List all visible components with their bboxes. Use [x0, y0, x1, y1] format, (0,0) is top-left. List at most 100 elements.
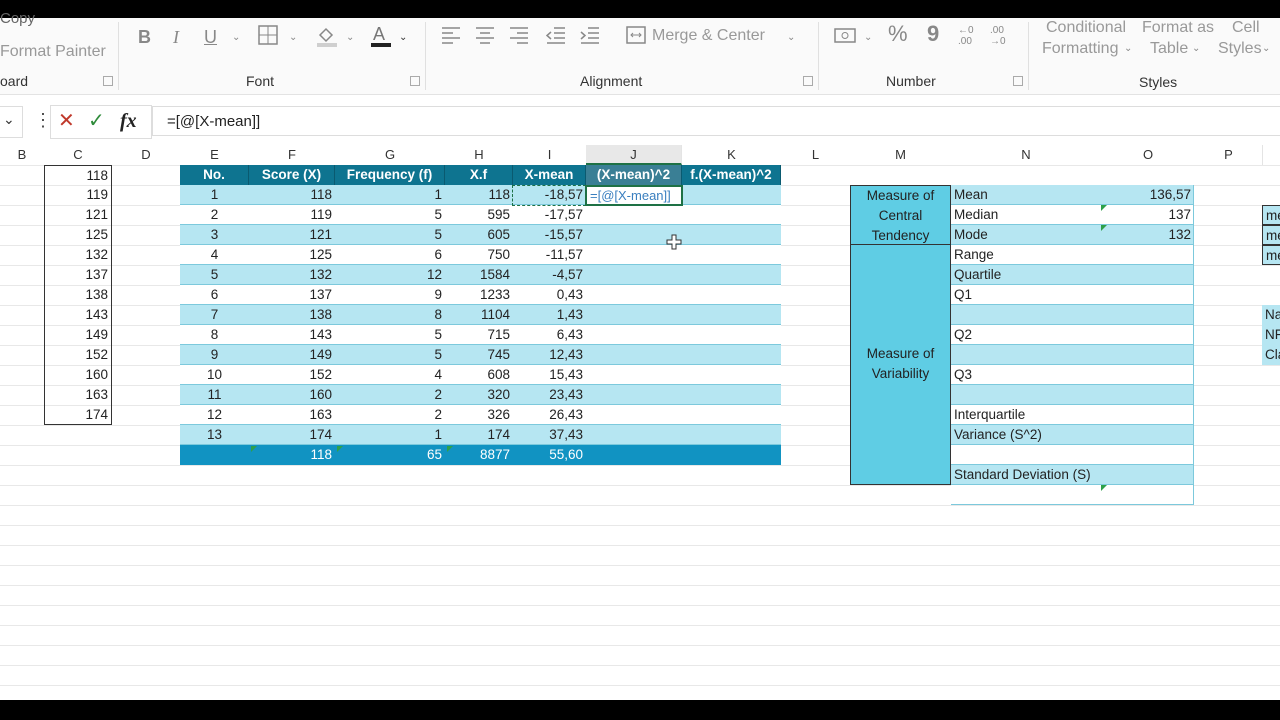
row-number-cell[interactable]: 7: [180, 305, 249, 325]
alignment-launcher-icon[interactable]: [803, 76, 813, 86]
formula-input[interactable]: =[@[X-mean]]: [152, 106, 1280, 136]
column-header-i[interactable]: I: [513, 145, 587, 165]
increase-decimal-button[interactable]: ←0 .00: [958, 25, 984, 47]
row-number-cell[interactable]: 3: [180, 225, 249, 245]
table-cell[interactable]: 4: [335, 365, 445, 385]
table-cell[interactable]: 605: [445, 225, 513, 245]
table-cell[interactable]: [586, 265, 682, 285]
comma-style-button[interactable]: 9: [927, 23, 939, 45]
row-number-cell[interactable]: 5: [180, 265, 249, 285]
col-c-cell[interactable]: 160: [44, 365, 112, 385]
table-cell[interactable]: 715: [445, 325, 513, 345]
table-cell[interactable]: [682, 285, 781, 305]
table-cell[interactable]: [586, 285, 682, 305]
col-c-cell[interactable]: 149: [44, 325, 112, 345]
table-cell[interactable]: 9: [335, 285, 445, 305]
table-cell[interactable]: 138: [249, 305, 335, 325]
number-launcher-icon[interactable]: [1013, 76, 1023, 86]
chevron-down-icon[interactable]: ⌄: [399, 32, 407, 43]
table-cell[interactable]: 0,43: [513, 285, 586, 305]
column-header-b[interactable]: B: [0, 145, 45, 165]
table-header-cell[interactable]: (X-mean)^2: [586, 165, 682, 185]
table-cell[interactable]: -17,57: [513, 205, 586, 225]
table-cell[interactable]: [586, 365, 682, 385]
table-cell[interactable]: [682, 205, 781, 225]
chevron-down-icon[interactable]: ⌄: [289, 32, 297, 43]
active-cell-formula[interactable]: =[@[X-mean]]: [587, 186, 681, 206]
table-cell[interactable]: 125: [249, 245, 335, 265]
table-cell[interactable]: [586, 425, 682, 445]
table-cell[interactable]: 595: [445, 205, 513, 225]
col-c-cell[interactable]: 132: [44, 245, 112, 265]
table-cell[interactable]: [682, 305, 781, 325]
table-header-cell[interactable]: X-mean: [513, 165, 586, 185]
borders-icon[interactable]: [258, 25, 278, 49]
clipboard-launcher-icon[interactable]: [103, 76, 113, 86]
table-header-cell[interactable]: No.: [180, 165, 249, 185]
table-cell[interactable]: [682, 265, 781, 285]
table-cell[interactable]: 1233: [445, 285, 513, 305]
increase-indent-icon[interactable]: [580, 26, 600, 48]
table-cell[interactable]: 163: [249, 405, 335, 425]
table-header-cell[interactable]: f.(X-mean)^2: [682, 165, 781, 185]
table-cell[interactable]: 15,43: [513, 365, 586, 385]
table-cell[interactable]: 174: [249, 425, 335, 445]
merge-center-button[interactable]: Merge & Center: [652, 27, 765, 45]
table-cell[interactable]: 6: [335, 245, 445, 265]
row-number-cell[interactable]: 12: [180, 405, 249, 425]
table-cell[interactable]: [682, 345, 781, 365]
table-cell[interactable]: [586, 385, 682, 405]
fill-color-icon[interactable]: [316, 25, 338, 51]
table-cell[interactable]: 5: [335, 325, 445, 345]
table-cell[interactable]: 118: [445, 185, 513, 205]
table-cell[interactable]: 1584: [445, 265, 513, 285]
table-cell[interactable]: [586, 405, 682, 425]
table-cell[interactable]: 5: [335, 225, 445, 245]
column-header-c[interactable]: C: [44, 145, 113, 165]
chevron-down-icon[interactable]: ⌄: [1124, 43, 1132, 54]
col-c-cell[interactable]: 138: [44, 285, 112, 305]
table-header-cell[interactable]: Frequency (f): [335, 165, 445, 185]
table-cell[interactable]: 5: [335, 345, 445, 365]
row-number-cell[interactable]: 9: [180, 345, 249, 365]
row-number-cell[interactable]: 4: [180, 245, 249, 265]
table-cell[interactable]: 137: [249, 285, 335, 305]
col-c-cell[interactable]: 121: [44, 205, 112, 225]
table-cell[interactable]: 132: [249, 265, 335, 285]
col-c-cell[interactable]: 152: [44, 345, 112, 365]
offscreen-cell[interactable]: me: [1262, 205, 1280, 225]
format-as-table-line2[interactable]: Table: [1150, 40, 1188, 58]
column-header-f[interactable]: F: [249, 145, 336, 165]
table-cell[interactable]: 750: [445, 245, 513, 265]
align-center-icon[interactable]: [475, 26, 495, 48]
table-cell[interactable]: 149: [249, 345, 335, 365]
total-cell[interactable]: 8877: [445, 445, 513, 465]
table-cell[interactable]: 1: [335, 185, 445, 205]
active-cell-j2[interactable]: =[@[X-mean]]: [585, 185, 683, 206]
table-cell[interactable]: 1,43: [513, 305, 586, 325]
table-cell[interactable]: 160: [249, 385, 335, 405]
col-c-cell[interactable]: 137: [44, 265, 112, 285]
table-cell[interactable]: 326: [445, 405, 513, 425]
chevron-down-icon[interactable]: ⌄: [1262, 43, 1270, 54]
conditional-formatting-line1[interactable]: Conditional: [1046, 19, 1126, 37]
table-cell[interactable]: 121: [249, 225, 335, 245]
table-cell[interactable]: [682, 245, 781, 265]
column-header-o[interactable]: O: [1101, 145, 1196, 165]
decrease-indent-icon[interactable]: [545, 26, 566, 48]
table-cell[interactable]: 1: [335, 425, 445, 445]
row-number-cell[interactable]: 8: [180, 325, 249, 345]
name-box[interactable]: ⌄: [0, 106, 23, 138]
merge-center-icon[interactable]: [626, 25, 646, 49]
column-header-g[interactable]: G: [335, 145, 446, 165]
table-cell[interactable]: [586, 305, 682, 325]
column-header-n[interactable]: N: [951, 145, 1102, 165]
col-c-cell[interactable]: 119: [44, 185, 112, 205]
accounting-format-icon[interactable]: [834, 26, 858, 50]
col-c-cell[interactable]: 125: [44, 225, 112, 245]
align-right-icon[interactable]: [509, 26, 529, 48]
offscreen-cell[interactable]: me: [1262, 245, 1280, 265]
column-header-e[interactable]: E: [180, 145, 250, 165]
table-cell[interactable]: [682, 325, 781, 345]
col-c-cell[interactable]: 174: [44, 405, 112, 425]
